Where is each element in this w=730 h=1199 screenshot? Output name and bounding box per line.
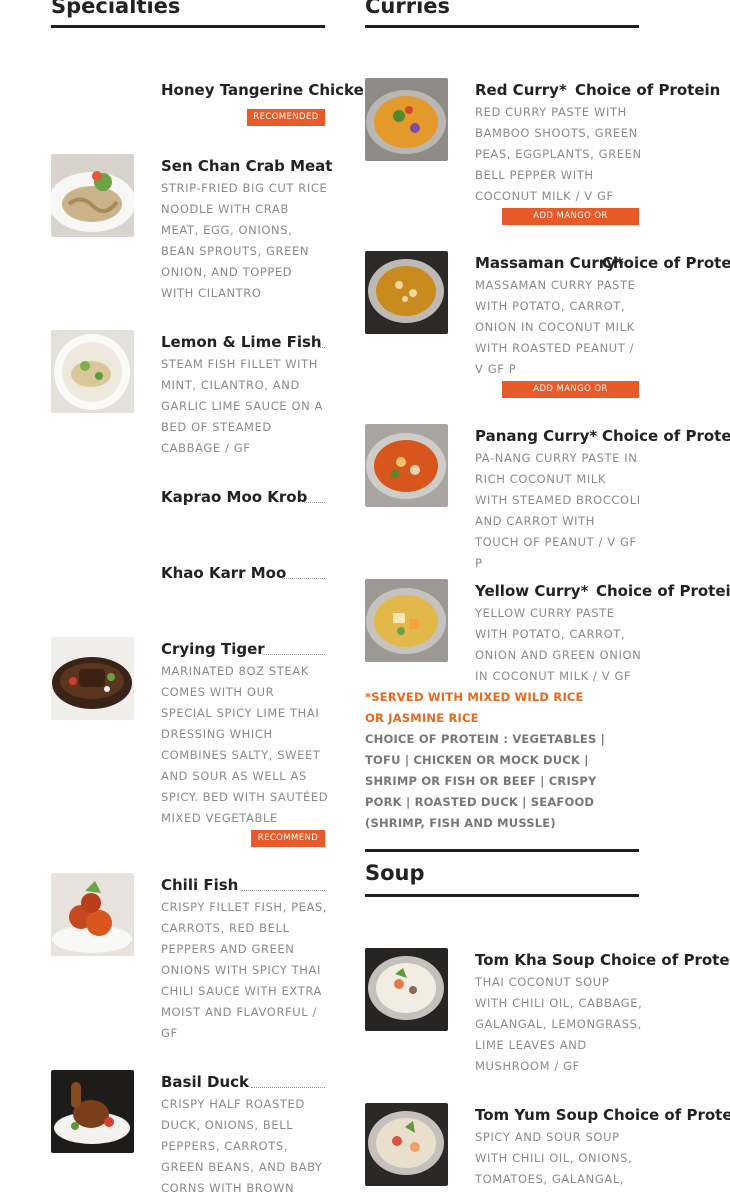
- steak-sizzling-plate-image: [51, 637, 134, 720]
- roast-duck-plate-image: [51, 1070, 134, 1153]
- menu-item-name: Tom Yum Soup: [475, 1106, 599, 1124]
- menu-item-name: Basil Duck: [161, 1073, 249, 1091]
- curries-heading-rule: [365, 25, 639, 28]
- menu-item-leader-dots: [284, 578, 325, 579]
- menu-item-price-label: Choice of Protein: [596, 582, 730, 600]
- menu-item-price-label: Choice of Protein: [602, 427, 730, 445]
- menu-item-name: Panang Curry*: [475, 427, 598, 445]
- tom-yum-bowl-image: [365, 1103, 448, 1186]
- menu-item-name: Crying Tiger: [161, 640, 265, 658]
- menu-item-description: SPICY AND SOUR SOUP WITH CHILI OIL, ONIO…: [475, 1130, 633, 1186]
- menu-item-description: THAI COCONUT SOUP WITH CHILI OIL, CABBAG…: [475, 975, 643, 1073]
- red-curry-bowl-image: [365, 78, 448, 161]
- chili-fish-plate-image: [51, 873, 134, 956]
- menu-item-name: Yellow Curry*: [475, 582, 589, 600]
- recommended-badge: RECOMENDED: [247, 109, 325, 126]
- yellow-curry-bowl-image: [365, 579, 448, 662]
- specialties-heading: Specialties: [51, 0, 181, 18]
- menu-item-description: YELLOW CURRY PASTE WITH POTATO, CARROT, …: [475, 606, 642, 683]
- menu-item-name: Kaprao Moo Krob: [161, 488, 308, 506]
- soup-heading-top-rule: [365, 849, 639, 852]
- fish-fillet-plate-image: [51, 330, 134, 413]
- menu-item-leader-dots: [304, 502, 325, 503]
- menu-item-leader-dots: [251, 1087, 325, 1088]
- menu-item-leader-dots: [241, 890, 325, 891]
- menu-item-description: STRIP-FRIED BIG CUT RICE NOODLE WITH CRA…: [161, 181, 328, 300]
- tom-kha-bowl-image: [365, 948, 448, 1031]
- menu-item-leader-dots: [318, 347, 325, 348]
- soup-heading-rule: [365, 894, 639, 897]
- menu-item-description: CRISPY FILLET FISH, PEAS, CARROTS, RED B…: [161, 900, 328, 1040]
- menu-item-description: MARINATED 8OZ STEAK COMES WITH OUR SPECI…: [161, 664, 329, 825]
- menu-item-description: RED CURRY PASTE WITH BAMBOO SHOOTS, GREE…: [475, 105, 642, 203]
- add-mango-or-pineapple-badge: ADD MANGO OR PINEAPPLE: [502, 208, 639, 238]
- add-mango-or-pineapple-badge: ADD MANGO OR PINEAPPLE: [502, 381, 639, 411]
- curries-heading: Curries: [365, 0, 451, 18]
- served-with-rice-note: *SERVED WITH MIXED WILD RICE OR JASMINE …: [365, 690, 584, 725]
- menu-item-name: Red Curry*: [475, 81, 567, 99]
- recommend-badge: RECOMMEND: [251, 830, 325, 847]
- menu-item-price-label: Choice of Protein: [575, 81, 721, 99]
- menu-item-price-label: Choice of Protein: [603, 1106, 730, 1124]
- menu-item-name: Tom Kha Soup: [475, 951, 595, 969]
- menu-item-name: Khao Karr Moo: [161, 564, 287, 582]
- menu-item-name: Chili Fish: [161, 876, 239, 894]
- specialties-heading-rule: [51, 25, 325, 28]
- choice-of-protein-note: CHOICE OF PROTEIN : VEGETABLES | TOFU | …: [365, 732, 606, 830]
- panang-curry-bowl-image: [365, 424, 448, 507]
- soup-heading: Soup: [365, 861, 425, 885]
- menu-item-name: Honey Tangerine Chicken: [161, 81, 375, 99]
- menu-item-description: MASSAMAN CURRY PASTE WITH POTATO, CARROT…: [475, 278, 636, 376]
- massaman-curry-bowl-image: [365, 251, 448, 334]
- menu-item-price-label: Choice of Protein: [602, 254, 730, 272]
- menu-item-description: PA-NANG CURRY PASTE IN RICH COCONUT MILK…: [475, 451, 641, 570]
- menu-item-description: STEAM FISH FILLET WITH MINT, CILANTRO, A…: [161, 357, 324, 455]
- menu-item-leader-dots: [262, 654, 325, 655]
- menu-item-name: Sen Chan Crab Meat: [161, 157, 333, 175]
- crab-noodle-plate-image: [51, 154, 134, 237]
- menu-item-price-label: Choice of Protein: [600, 951, 730, 969]
- menu-item-name: Lemon & Lime Fish: [161, 333, 322, 351]
- menu-item-description: CRISPY HALF ROASTED DUCK, ONIONS, BELL P…: [161, 1097, 323, 1195]
